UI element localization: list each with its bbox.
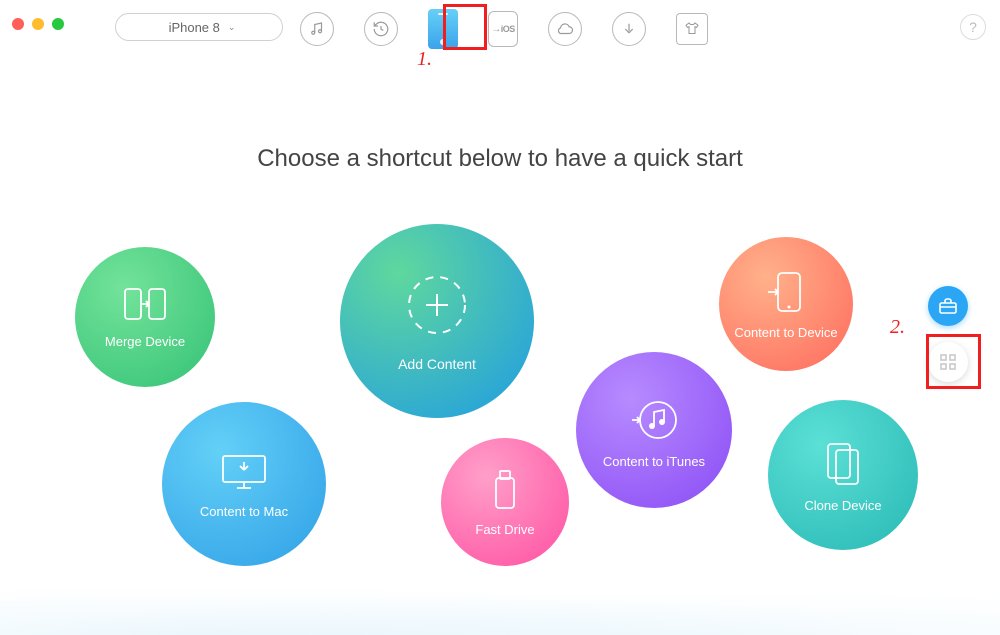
window-controls bbox=[12, 18, 64, 30]
content-to-device-label: Content to Device bbox=[734, 325, 837, 340]
to-ios-label: →iOS bbox=[491, 24, 515, 35]
add-content-shortcut[interactable]: Add Content bbox=[340, 224, 534, 418]
toolbox-icon bbox=[938, 297, 958, 315]
content-to-itunes-shortcut[interactable]: Content to iTunes bbox=[576, 352, 732, 508]
chevron-down-icon: ⌄ bbox=[228, 22, 236, 33]
icloud-icon[interactable] bbox=[548, 12, 582, 46]
device-selector-label: iPhone 8 bbox=[169, 20, 220, 35]
close-window-button[interactable] bbox=[12, 18, 24, 30]
device-selector[interactable]: iPhone 8 ⌄ bbox=[115, 13, 283, 41]
clone-device-icon bbox=[820, 438, 866, 488]
minimize-window-button[interactable] bbox=[32, 18, 44, 30]
content-to-mac-shortcut[interactable]: Content to Mac bbox=[162, 402, 326, 566]
content-to-device-shortcut[interactable]: Content to Device bbox=[719, 237, 853, 371]
merge-device-shortcut[interactable]: Merge Device bbox=[75, 247, 215, 387]
toolbox-button[interactable] bbox=[928, 286, 968, 326]
merge-device-icon bbox=[122, 286, 168, 324]
content-to-itunes-icon bbox=[628, 392, 680, 444]
page-headline: Choose a shortcut below to have a quick … bbox=[0, 145, 1000, 173]
tshirt-icon[interactable] bbox=[676, 13, 708, 45]
merge-device-label: Merge Device bbox=[105, 334, 185, 349]
zoom-window-button[interactable] bbox=[52, 18, 64, 30]
download-icon[interactable] bbox=[612, 12, 646, 46]
content-to-mac-icon bbox=[217, 450, 271, 494]
content-to-device-icon bbox=[766, 269, 806, 315]
music-library-icon[interactable] bbox=[300, 12, 334, 46]
help-icon: ? bbox=[969, 19, 977, 35]
titlebar: iPhone 8 ⌄ →iOS bbox=[0, 0, 1000, 50]
grid-icon bbox=[939, 353, 957, 371]
clone-device-label: Clone Device bbox=[804, 498, 881, 513]
annotation-label-1: 1. bbox=[417, 48, 432, 71]
fast-drive-icon bbox=[490, 468, 520, 512]
help-button[interactable]: ? bbox=[960, 14, 986, 40]
top-nav: →iOS bbox=[300, 9, 708, 49]
fast-drive-label: Fast Drive bbox=[475, 522, 534, 537]
device-phone-icon[interactable] bbox=[428, 9, 458, 49]
content-to-itunes-label: Content to iTunes bbox=[603, 454, 705, 469]
content-to-mac-label: Content to Mac bbox=[200, 504, 288, 519]
add-content-label: Add Content bbox=[398, 356, 476, 372]
category-grid-button[interactable] bbox=[928, 342, 968, 382]
annotation-label-2: 2. bbox=[890, 316, 905, 339]
history-icon[interactable] bbox=[364, 12, 398, 46]
to-ios-icon[interactable]: →iOS bbox=[488, 11, 518, 47]
add-content-icon bbox=[402, 270, 472, 340]
clone-device-shortcut[interactable]: Clone Device bbox=[768, 400, 918, 550]
fast-drive-shortcut[interactable]: Fast Drive bbox=[441, 438, 569, 566]
